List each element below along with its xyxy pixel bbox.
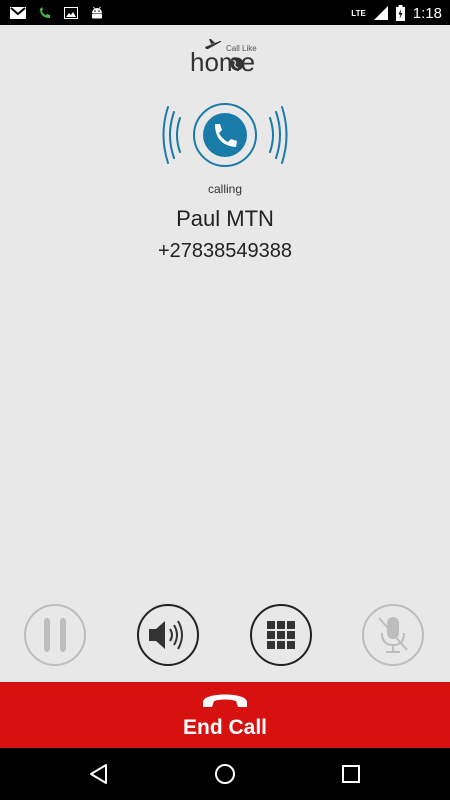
app-logo: Call Like home <box>188 38 268 77</box>
contact-name: Paul MTN <box>176 206 274 231</box>
globe-icon <box>230 57 244 71</box>
keypad-button[interactable] <box>250 604 312 666</box>
network-type: LTE <box>351 8 366 18</box>
signal-icon <box>373 6 388 20</box>
gmail-icon <box>10 7 26 19</box>
mic-off-icon <box>378 617 408 653</box>
end-call-label: End Call <box>182 716 267 739</box>
speaker-icon <box>149 620 183 650</box>
logo-brand: home <box>190 47 256 77</box>
home-icon <box>215 764 235 784</box>
mute-button[interactable] <box>362 604 424 666</box>
pause-icon <box>44 618 66 652</box>
image-icon <box>64 7 78 19</box>
status-bar: LTE 1:18 <box>0 0 450 25</box>
clock: 1:18 <box>412 4 442 22</box>
battery-icon <box>395 5 405 21</box>
hang-up-icon <box>203 694 247 707</box>
phone-call-icon <box>40 7 50 18</box>
keypad-icon <box>267 621 295 649</box>
android-icon <box>92 6 102 19</box>
call-controls <box>0 604 450 670</box>
hold-button[interactable] <box>24 604 86 666</box>
back-icon <box>90 764 107 784</box>
navigation-bar <box>0 748 450 800</box>
call-status: calling <box>207 182 243 196</box>
speaker-button[interactable] <box>137 604 199 666</box>
end-call-button[interactable]: End Call <box>0 682 450 748</box>
recents-icon <box>342 765 360 783</box>
recents-button[interactable] <box>334 758 368 790</box>
home-button[interactable] <box>208 758 242 790</box>
calling-phone-icon <box>162 103 288 167</box>
notification-icons <box>10 3 104 23</box>
system-indicators: LTE 1:18 <box>351 2 442 24</box>
back-button[interactable] <box>82 758 116 790</box>
contact-number: +27838549388 <box>157 240 293 262</box>
